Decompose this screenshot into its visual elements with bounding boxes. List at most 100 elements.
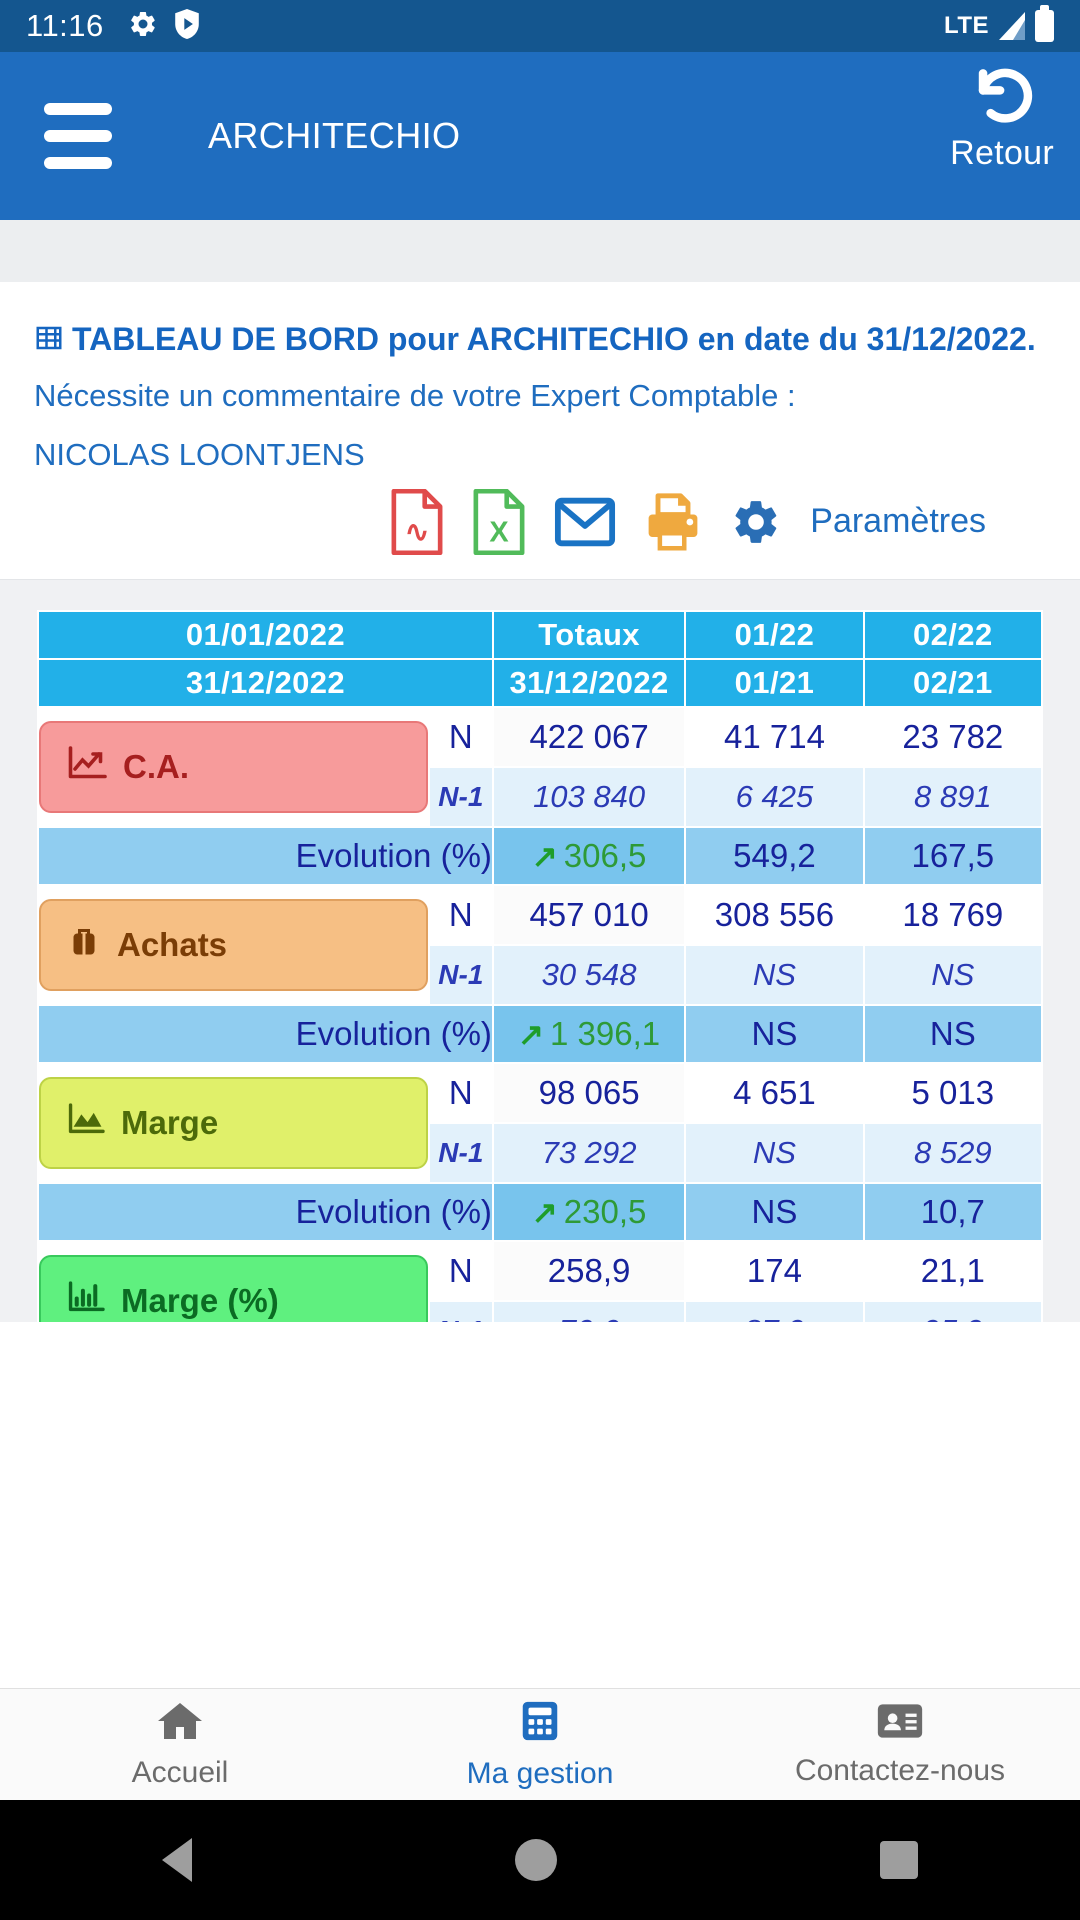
envelope-icon[interactable]	[554, 495, 616, 549]
settings-label[interactable]: Paramètres	[810, 502, 986, 541]
nav-item-contactez-nous[interactable]: Contactez-nous	[720, 1701, 1080, 1788]
cell-achats-evo-m2: NS	[864, 1005, 1041, 1062]
table-row: C.A. N 422 067 41 714 23 782	[39, 707, 1041, 826]
evo-value: 230,5	[563, 1192, 647, 1230]
table-body: C.A. N 422 067 41 714 23 782 N-1 103 840…	[39, 707, 1041, 1322]
table-row: Marge (%) N 258,9 174 21,1	[39, 1241, 1041, 1322]
printer-icon[interactable]	[644, 492, 702, 552]
back-button[interactable]: Retour	[950, 62, 1054, 173]
cell-ca-n1-m2: 8 891	[864, 767, 1041, 826]
table-header-row-2: 31/12/2022 31/12/2022 01/21 02/21	[39, 659, 1041, 706]
gear-icon	[128, 9, 158, 44]
header-period-start: 01/01/2022	[39, 611, 492, 658]
table-row: Achats N 457 010 308 556 18 769	[39, 885, 1041, 1004]
hamburger-icon[interactable]	[44, 103, 112, 169]
cell-margepct-n1-m2: 95,9	[864, 1301, 1041, 1322]
dashboard-intro-panel: TABLEAU DE BORD pour ARCHITECHIO en date…	[0, 282, 1080, 580]
triangle-back-icon[interactable]	[161, 1838, 192, 1882]
evo-value: 306,5	[563, 836, 647, 874]
cell-achats-n1-total: 30 548	[493, 945, 685, 1004]
period-marker-n1: N-1	[429, 767, 492, 826]
nav-label: Contactez-nous	[794, 1754, 1006, 1787]
evolution-label: Evolution (%)	[39, 1183, 492, 1240]
back-label: Retour	[950, 134, 1054, 172]
contact-card-icon	[876, 1701, 924, 1746]
shield-play-icon	[174, 8, 200, 44]
row-label-marge-pct[interactable]: Marge (%)	[39, 1241, 428, 1322]
cell-ca-evo-m1: 549,2	[686, 827, 863, 884]
calculator-icon	[517, 1698, 563, 1749]
nav-item-ma-gestion[interactable]: Ma gestion	[360, 1698, 720, 1791]
export-toolbar: ∿ X Paramètres	[34, 485, 1046, 569]
cell-ca-n-total: 422 067	[493, 707, 685, 766]
cell-achats-n1-m2: NS	[864, 945, 1041, 1004]
evolution-label: Evolution (%)	[39, 1005, 492, 1062]
status-right-icons: LTE	[944, 5, 1054, 42]
row-label-text: C.A.	[123, 747, 189, 785]
bottom-navigation: Accueil Ma gestion Contactez-nous	[0, 1688, 1080, 1800]
period-marker-n: N	[429, 707, 492, 766]
line-chart-up-icon	[67, 745, 107, 789]
cell-margepct-n1-m1: 87,9	[686, 1301, 863, 1322]
cell-achats-n-total: 457 010	[493, 885, 685, 944]
excel-file-icon[interactable]: X	[472, 488, 526, 555]
row-label-ca[interactable]: C.A.	[39, 707, 428, 826]
cell-marge-n-total: 98 065	[493, 1063, 685, 1122]
settings-gear-icon[interactable]	[730, 496, 782, 548]
dashboard-heading: TABLEAU DE BORD pour ARCHITECHIO en date…	[34, 312, 1046, 367]
home-icon	[156, 1699, 204, 1748]
header-month-2: 02/22	[864, 611, 1041, 658]
period-marker-n1: N-1	[429, 945, 492, 1004]
arrow-up-icon: ↗	[518, 1016, 545, 1052]
cell-margepct-n-m1: 174	[686, 1241, 863, 1300]
dashboard-title: TABLEAU DE BORD pour ARCHITECHIO en date…	[72, 321, 1036, 357]
cell-marge-n1-m2: 8 529	[864, 1123, 1041, 1182]
header-month-1: 01/22	[686, 611, 863, 658]
period-marker-n: N	[429, 885, 492, 944]
row-label-marge[interactable]: Marge	[39, 1063, 428, 1182]
circle-home-icon[interactable]	[514, 1839, 557, 1881]
cell-marge-evo-m2: 10,7	[864, 1183, 1041, 1240]
header-month-2-prev: 02/21	[864, 659, 1041, 706]
svg-text:X: X	[490, 516, 510, 548]
cell-ca-n1-m1: 6 425	[686, 767, 863, 826]
header-totals: Totaux	[493, 611, 685, 658]
accountant-name: NICOLAS LOONTJENS	[34, 436, 365, 472]
cell-margepct-n1-total: 70,6	[493, 1301, 685, 1322]
cell-margepct-n-m2: 21,1	[864, 1241, 1041, 1300]
cell-achats-evo-m1: NS	[686, 1005, 863, 1062]
status-bar: 11:16 LTE	[0, 0, 1080, 52]
row-label-text: Marge	[121, 1103, 219, 1141]
row-label-text: Marge (%)	[121, 1281, 279, 1319]
cell-marge-n1-total: 73 292	[493, 1123, 685, 1182]
battery-icon	[1035, 5, 1054, 42]
content-spacer	[0, 220, 1080, 282]
row-label-text: Achats	[117, 925, 228, 963]
table-row-evolution: Evolution (%) ↗ 230,5 NS 10,7	[39, 1183, 1041, 1240]
header-period-end: 31/12/2022	[39, 659, 492, 706]
briefcase-icon	[67, 923, 101, 967]
bar-chart-icon	[67, 1280, 105, 1322]
header-totals-date: 31/12/2022	[493, 659, 685, 706]
cell-marge-n-m2: 5 013	[864, 1063, 1041, 1122]
period-marker-n1: N-1	[429, 1301, 492, 1322]
cell-ca-n-m1: 41 714	[686, 707, 863, 766]
cell-achats-n-m1: 308 556	[686, 885, 863, 944]
system-navigation-bar	[0, 1800, 1080, 1920]
cell-ca-evo-m2: 167,5	[864, 827, 1041, 884]
pdf-file-icon[interactable]: ∿	[390, 488, 444, 555]
arrow-up-icon: ↗	[531, 1194, 558, 1230]
cell-ca-evo-total: ↗ 306,5	[493, 827, 685, 884]
table-row: Marge N 98 065 4 651 5 013	[39, 1063, 1041, 1182]
signal-strength-icon	[999, 12, 1025, 40]
evo-value: 1 396,1	[550, 1014, 661, 1052]
cell-ca-n-m2: 23 782	[864, 707, 1041, 766]
status-notification-icons	[128, 8, 200, 44]
table-grid-icon	[34, 323, 64, 358]
table-row-evolution: Evolution (%) ↗ 1 396,1 NS NS	[39, 1005, 1041, 1062]
nav-item-accueil[interactable]: Accueil	[0, 1699, 360, 1790]
comment-notice-line1: Nécessite un commentaire de votre Expert…	[34, 378, 796, 414]
cell-ca-n1-total: 103 840	[493, 767, 685, 826]
row-label-achats[interactable]: Achats	[39, 885, 428, 1004]
square-recents-icon[interactable]	[880, 1841, 919, 1879]
